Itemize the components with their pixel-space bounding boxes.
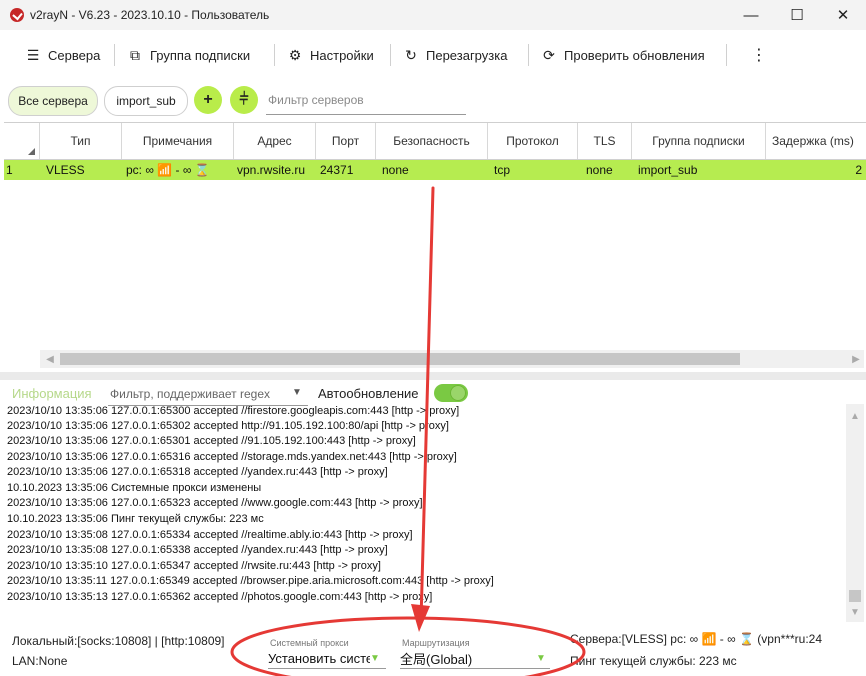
column-header-type[interactable]: Тип xyxy=(40,123,122,159)
servers-menu-button[interactable]: ☰ Сервера xyxy=(24,38,101,72)
log-line: 2023/10/10 13:35:08 127.0.0.1:65334 acce… xyxy=(7,529,413,541)
local-ports-status: Локальный:[socks:10808] | [http:10809] xyxy=(12,634,225,648)
column-header-protocol[interactable]: Протокол xyxy=(488,123,578,159)
scroll-up-icon[interactable]: ▲ xyxy=(846,408,864,424)
log-line: 2023/10/10 13:35:06 127.0.0.1:65302 acce… xyxy=(7,420,449,432)
log-line: 2023/10/10 13:35:06 127.0.0.1:65323 acce… xyxy=(7,497,423,509)
toolbar-divider xyxy=(528,44,529,66)
log-line: 10.10.2023 13:35:06 Пинг текущей службы:… xyxy=(7,513,264,525)
log-filter-input[interactable] xyxy=(108,383,308,406)
toggle-knob xyxy=(450,385,466,401)
routing-value: 全局(Global) xyxy=(400,651,473,667)
column-header-group[interactable]: Группа подписки xyxy=(632,123,766,159)
lan-status: LAN:None xyxy=(12,654,68,668)
system-proxy-value: Установить систе xyxy=(268,650,370,666)
subscription-group-button[interactable]: ⧉ Группа подписки xyxy=(126,38,250,72)
split-view-icon[interactable]: ⫩ xyxy=(230,86,258,114)
log-line: 2023/10/10 13:35:06 127.0.0.1:65318 acce… xyxy=(7,466,388,478)
subscription-icon: ⧉ xyxy=(130,46,140,63)
log-line: 10.10.2023 13:35:06 Системные прокси изм… xyxy=(7,482,262,494)
vertical-scroll-thumb[interactable] xyxy=(849,590,861,602)
chevron-down-icon: ▼ xyxy=(536,652,546,664)
info-tab-label[interactable]: Информация xyxy=(12,386,92,401)
add-subscription-group-button[interactable]: + xyxy=(194,86,222,114)
cell-tls: none xyxy=(586,163,613,177)
check-updates-button[interactable]: ⟳ Проверить обновления xyxy=(540,38,705,72)
maximize-button[interactable]: ☐ xyxy=(774,0,820,30)
scroll-down-icon[interactable]: ▼ xyxy=(846,604,864,620)
settings-label: Настройки xyxy=(310,47,374,63)
log-line: 2023/10/10 13:35:08 127.0.0.1:65338 acce… xyxy=(7,544,388,556)
cell-group: import_sub xyxy=(638,163,698,177)
panel-splitter[interactable] xyxy=(0,372,866,380)
log-line: 2023/10/10 13:35:11 127.0.0.1:65349 acce… xyxy=(7,575,494,587)
routing-label: Маршрутизация xyxy=(402,638,470,648)
more-options-icon[interactable]: ⋮ xyxy=(751,38,767,72)
column-header-remarks[interactable]: Примечания xyxy=(122,123,234,159)
toolbar-divider xyxy=(390,44,391,66)
scroll-left-icon[interactable]: ◀ xyxy=(42,350,58,368)
settings-button[interactable]: ⚙ Настройки xyxy=(286,38,374,72)
cell-security: none xyxy=(382,163,409,177)
cell-type: VLESS xyxy=(46,163,85,177)
column-header-port[interactable]: Порт xyxy=(316,123,376,159)
column-header-tls[interactable]: TLS xyxy=(578,123,632,159)
cell-remarks: pc: ∞ 📶 - ∞ ⌛ xyxy=(126,163,210,177)
cell-port: 24371 xyxy=(320,163,354,177)
all-servers-tab[interactable]: Все сервера xyxy=(8,86,98,116)
check-updates-label: Проверить обновления xyxy=(564,47,705,63)
servers-menu-label: Сервера xyxy=(48,47,101,63)
log-panel: 2023/10/10 13:35:06 127.0.0.1:65300 acce… xyxy=(4,404,840,622)
horizontal-scroll-thumb[interactable] xyxy=(60,353,740,365)
log-line: 2023/10/10 13:35:13 127.0.0.1:65362 acce… xyxy=(7,591,433,603)
toolbar-divider xyxy=(274,44,275,66)
window-title: v2rayN - V6.23 - 2023.10.10 - Пользовате… xyxy=(30,8,270,22)
scroll-right-icon[interactable]: ▶ xyxy=(848,350,864,368)
import-sub-tab[interactable]: import_sub xyxy=(104,86,188,116)
system-proxy-label: Системный прокси xyxy=(270,638,349,648)
log-line: 2023/10/10 13:35:06 127.0.0.1:65300 acce… xyxy=(7,405,460,417)
select-all-corner[interactable] xyxy=(4,123,40,159)
cell-delay: 2 xyxy=(855,163,862,177)
row-index: 1 xyxy=(6,163,13,177)
autoupdate-label: Автообновление xyxy=(318,386,419,401)
update-icon: ⟳ xyxy=(543,46,555,63)
subscription-group-label: Группа подписки xyxy=(150,47,251,63)
corner-triangle-icon xyxy=(28,148,35,155)
reload-icon: ↻ xyxy=(405,46,417,63)
cell-address: vpn.rwsite.ru xyxy=(237,163,306,177)
minimize-button[interactable]: — xyxy=(728,0,774,30)
gear-icon: ⚙ xyxy=(288,46,302,63)
ping-status: Пинг текущей службы: 223 мс xyxy=(570,654,737,668)
current-server-status: Сервера:[VLESS] pc: ∞ 📶 - ∞ ⌛ (vpn***ru:… xyxy=(570,632,823,646)
close-button[interactable]: ✕ xyxy=(820,0,866,30)
v2rayn-logo-icon xyxy=(10,8,24,22)
routing-select[interactable]: 全局(Global) ▼ xyxy=(400,648,550,669)
cell-protocol: tcp xyxy=(494,163,511,177)
chevron-down-icon: ▼ xyxy=(370,652,380,664)
chevron-down-icon[interactable]: ▼ xyxy=(292,387,302,398)
server-filter-input[interactable] xyxy=(266,86,466,115)
log-line: 2023/10/10 13:35:06 127.0.0.1:65301 acce… xyxy=(7,435,416,447)
column-header-security[interactable]: Безопасность xyxy=(376,123,488,159)
log-line: 2023/10/10 13:35:06 127.0.0.1:65316 acce… xyxy=(7,451,457,463)
system-proxy-select[interactable]: Установить систе ▼ xyxy=(268,648,386,669)
log-line: 2023/10/10 13:35:10 127.0.0.1:65347 acce… xyxy=(7,560,381,572)
column-header-address[interactable]: Адрес xyxy=(234,123,316,159)
toolbar-divider xyxy=(114,44,115,66)
reload-label: Перезагрузка xyxy=(426,47,508,63)
toolbar-divider xyxy=(726,44,727,66)
server-stack-icon: ☰ xyxy=(26,46,40,63)
reload-button[interactable]: ↻ Перезагрузка xyxy=(402,38,507,72)
column-header-delay[interactable]: Задержка (ms) xyxy=(766,123,866,159)
